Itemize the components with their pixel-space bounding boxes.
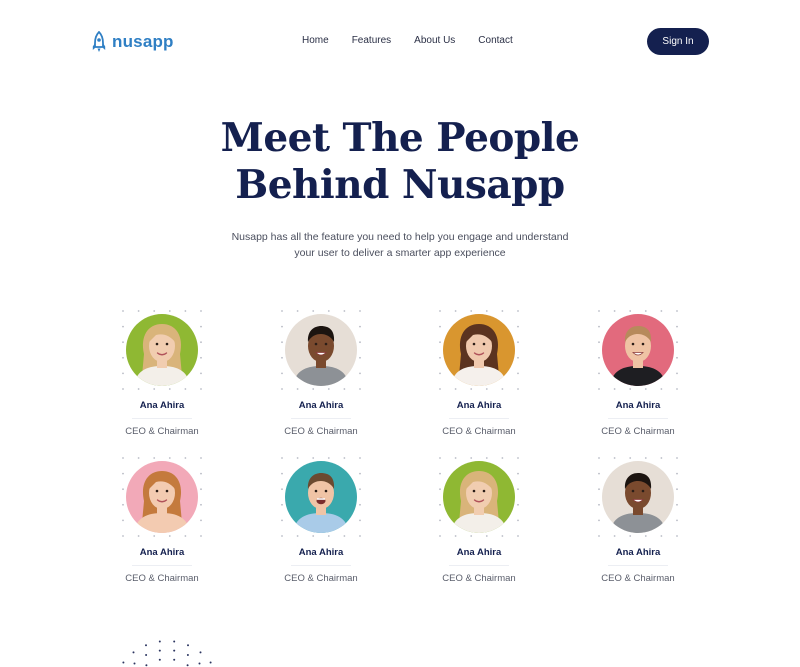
team-card[interactable]: Ana Ahira CEO & Chairman (578, 310, 698, 438)
member-name: Ana Ahira (456, 547, 502, 558)
main-menu: Home Features About Us Contact (302, 35, 536, 46)
member-role: CEO & Chairman (284, 426, 358, 437)
divider (291, 565, 351, 566)
avatar (281, 457, 361, 537)
avatar-photo (285, 461, 357, 533)
member-name: Ana Ahira (615, 400, 661, 411)
team-card[interactable]: Ana Ahira CEO & Chairman (419, 310, 539, 438)
nav-about-us-link[interactable]: About Us (414, 35, 455, 46)
avatar (598, 310, 678, 390)
team-card[interactable]: Ana Ahira CEO & Chairman (261, 457, 381, 585)
member-role: CEO & Chairman (442, 426, 516, 437)
page-title-line-2: Behind Nusapp (235, 162, 565, 208)
team-card[interactable]: Ana Ahira CEO & Chairman (419, 457, 539, 585)
avatar-photo (126, 314, 198, 386)
avatar (281, 310, 361, 390)
page-subtitle-line-2: your user to deliver a smarter app exper… (294, 247, 506, 259)
sign-in-button[interactable]: Sign In (647, 28, 709, 55)
divider (608, 565, 668, 566)
rocket-icon (92, 31, 106, 52)
member-role: CEO & Chairman (442, 573, 516, 584)
page-subtitle-line-1: Nusapp has all the feature you need to h… (231, 231, 569, 243)
brand-logo[interactable]: nusapp (92, 30, 174, 54)
avatar (122, 310, 202, 390)
top-navigation: nusapp Home Features About Us Contact Si… (0, 0, 800, 84)
nav-contact-link[interactable]: Contact (478, 35, 512, 46)
nav-features-link[interactable]: Features (352, 35, 391, 46)
avatar-photo (126, 461, 198, 533)
member-role: CEO & Chairman (601, 573, 675, 584)
member-role: CEO & Chairman (601, 426, 675, 437)
member-name: Ana Ahira (298, 400, 344, 411)
page-subtitle: Nusapp has all the feature you need to h… (0, 229, 800, 261)
member-name: Ana Ahira (139, 547, 185, 558)
team-card[interactable]: Ana Ahira CEO & Chairman (102, 457, 222, 585)
avatar-photo (602, 314, 674, 386)
team-card[interactable]: Ana Ahira CEO & Chairman (261, 310, 381, 438)
divider (449, 565, 509, 566)
member-role: CEO & Chairman (284, 573, 358, 584)
divider (291, 418, 351, 419)
divider (132, 565, 192, 566)
member-name: Ana Ahira (139, 400, 185, 411)
divider (449, 418, 509, 419)
member-role: CEO & Chairman (125, 573, 199, 584)
avatar (598, 457, 678, 537)
team-card[interactable]: Ana Ahira CEO & Chairman (102, 310, 222, 438)
member-name: Ana Ahira (456, 400, 502, 411)
avatar-photo (443, 314, 515, 386)
member-name: Ana Ahira (298, 547, 344, 558)
avatar (439, 310, 519, 390)
brand-name: nusapp (112, 32, 174, 51)
avatar (439, 457, 519, 537)
avatar (122, 457, 202, 537)
avatar-photo (443, 461, 515, 533)
avatar-photo (285, 314, 357, 386)
divider (132, 418, 192, 419)
member-name: Ana Ahira (615, 547, 661, 558)
divider (608, 418, 668, 419)
decorative-dot-pattern (122, 640, 212, 667)
page-title-line-1: Meet The People (220, 115, 580, 161)
nav-home-link[interactable]: Home (302, 35, 329, 46)
page-title: Meet The People Behind Nusapp (0, 115, 800, 209)
avatar-photo (602, 461, 674, 533)
team-card[interactable]: Ana Ahira CEO & Chairman (578, 457, 698, 585)
member-role: CEO & Chairman (125, 426, 199, 437)
